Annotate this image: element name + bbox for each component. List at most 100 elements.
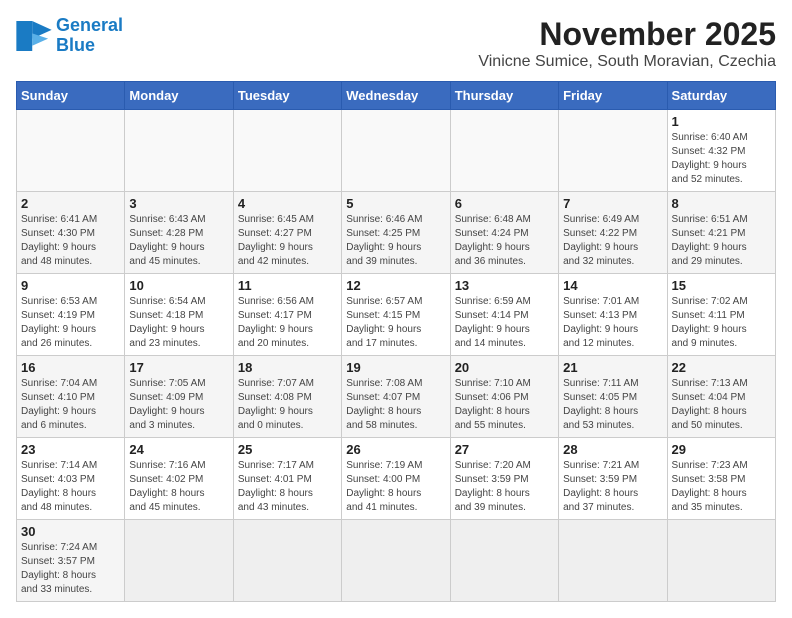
day-info: Sunrise: 7:07 AM Sunset: 4:08 PM Dayligh… — [238, 377, 337, 433]
col-header-friday: Friday — [559, 82, 667, 110]
day-number: 24 — [129, 442, 228, 457]
day-number: 19 — [346, 360, 445, 375]
calendar-cell: 4Sunrise: 6:45 AM Sunset: 4:27 PM Daylig… — [233, 192, 341, 274]
calendar-cell — [450, 110, 558, 192]
day-number: 18 — [238, 360, 337, 375]
calendar-cell: 16Sunrise: 7:04 AM Sunset: 4:10 PM Dayli… — [17, 356, 125, 438]
day-info: Sunrise: 6:51 AM Sunset: 4:21 PM Dayligh… — [672, 213, 771, 269]
day-number: 30 — [21, 524, 120, 539]
calendar-row: 30 Sunrise: 7:24 AM Sunset: 3:57 PM Dayli… — [17, 520, 776, 602]
calendar-cell: 12 Sunrise: 6:57 AM Sunset: 4:15 PM Dayli… — [342, 274, 450, 356]
day-info: Sunrise: 6:57 AM Sunset: 4:15 PM Dayligh… — [346, 295, 445, 351]
col-header-saturday: Saturday — [667, 82, 775, 110]
calendar-cell: 22Sunrise: 7:13 AM Sunset: 4:04 PM Dayli… — [667, 356, 775, 438]
calendar-cell — [125, 110, 233, 192]
calendar-cell — [17, 110, 125, 192]
calendar-cell: 17Sunrise: 7:05 AM Sunset: 4:09 PM Dayli… — [125, 356, 233, 438]
calendar-row: 2 Sunrise: 6:41 AM Sunset: 4:30 PM Daylig… — [17, 192, 776, 274]
calendar-cell — [559, 520, 667, 602]
col-header-tuesday: Tuesday — [233, 82, 341, 110]
day-info: Sunrise: 7:11 AM Sunset: 4:05 PM Dayligh… — [563, 377, 662, 433]
calendar-cell — [125, 520, 233, 602]
calendar-cell: 30 Sunrise: 7:24 AM Sunset: 3:57 PM Dayli… — [17, 520, 125, 602]
day-info: Sunrise: 7:08 AM Sunset: 4:07 PM Dayligh… — [346, 377, 445, 433]
logo-text: General Blue — [56, 16, 123, 56]
calendar-cell: 23 Sunrise: 7:14 AM Sunset: 4:03 PM Dayli… — [17, 438, 125, 520]
day-info: Sunrise: 7:14 AM Sunset: 4:03 PM Dayligh… — [21, 459, 120, 515]
day-number: 29 — [672, 442, 771, 457]
calendar-cell: 1Sunrise: 6:40 AM Sunset: 4:32 PM Daylig… — [667, 110, 775, 192]
day-number: 25 — [238, 442, 337, 457]
day-number: 1 — [672, 114, 771, 129]
logo: General Blue — [16, 16, 123, 56]
calendar-cell — [342, 110, 450, 192]
day-number: 21 — [563, 360, 662, 375]
calendar-cell — [233, 110, 341, 192]
calendar-cell: 27Sunrise: 7:20 AM Sunset: 3:59 PM Dayli… — [450, 438, 558, 520]
day-info: Sunrise: 6:56 AM Sunset: 4:17 PM Dayligh… — [238, 295, 337, 351]
col-header-wednesday: Wednesday — [342, 82, 450, 110]
calendar-row: 1Sunrise: 6:40 AM Sunset: 4:32 PM Daylig… — [17, 110, 776, 192]
calendar-row: 16Sunrise: 7:04 AM Sunset: 4:10 PM Dayli… — [17, 356, 776, 438]
day-info: Sunrise: 7:19 AM Sunset: 4:00 PM Dayligh… — [346, 459, 445, 515]
location-title: Vinicne Sumice, South Moravian, Czechia — [478, 53, 776, 71]
day-info: Sunrise: 6:48 AM Sunset: 4:24 PM Dayligh… — [455, 213, 554, 269]
day-info: Sunrise: 6:59 AM Sunset: 4:14 PM Dayligh… — [455, 295, 554, 351]
day-info: Sunrise: 6:53 AM Sunset: 4:19 PM Dayligh… — [21, 295, 120, 351]
calendar-row: 9 Sunrise: 6:53 AM Sunset: 4:19 PM Daylig… — [17, 274, 776, 356]
calendar-cell: 5 Sunrise: 6:46 AM Sunset: 4:25 PM Daylig… — [342, 192, 450, 274]
day-number: 8 — [672, 196, 771, 211]
calendar-cell: 3 Sunrise: 6:43 AM Sunset: 4:28 PM Daylig… — [125, 192, 233, 274]
day-number: 11 — [238, 278, 337, 293]
calendar-cell — [233, 520, 341, 602]
calendar: SundayMondayTuesdayWednesdayThursdayFrid… — [16, 81, 776, 602]
calendar-cell: 11 Sunrise: 6:56 AM Sunset: 4:17 PM Dayli… — [233, 274, 341, 356]
day-number: 3 — [129, 196, 228, 211]
logo-icon — [16, 21, 52, 51]
day-number: 12 — [346, 278, 445, 293]
calendar-cell — [342, 520, 450, 602]
calendar-cell: 24 Sunrise: 7:16 AM Sunset: 4:02 PM Dayli… — [125, 438, 233, 520]
day-info: Sunrise: 6:54 AM Sunset: 4:18 PM Dayligh… — [129, 295, 228, 351]
calendar-row: 23 Sunrise: 7:14 AM Sunset: 4:03 PM Dayli… — [17, 438, 776, 520]
day-number: 6 — [455, 196, 554, 211]
calendar-cell: 15Sunrise: 7:02 AM Sunset: 4:11 PM Dayli… — [667, 274, 775, 356]
day-number: 28 — [563, 442, 662, 457]
col-header-thursday: Thursday — [450, 82, 558, 110]
col-header-monday: Monday — [125, 82, 233, 110]
day-info: Sunrise: 7:20 AM Sunset: 3:59 PM Dayligh… — [455, 459, 554, 515]
day-number: 23 — [21, 442, 120, 457]
calendar-cell: 19 Sunrise: 7:08 AM Sunset: 4:07 PM Dayli… — [342, 356, 450, 438]
day-info: Sunrise: 7:04 AM Sunset: 4:10 PM Dayligh… — [21, 377, 120, 433]
day-info: Sunrise: 6:43 AM Sunset: 4:28 PM Dayligh… — [129, 213, 228, 269]
calendar-cell — [559, 110, 667, 192]
day-number: 17 — [129, 360, 228, 375]
day-number: 14 — [563, 278, 662, 293]
day-number: 5 — [346, 196, 445, 211]
calendar-cell: 13Sunrise: 6:59 AM Sunset: 4:14 PM Dayli… — [450, 274, 558, 356]
day-number: 9 — [21, 278, 120, 293]
calendar-cell: 20Sunrise: 7:10 AM Sunset: 4:06 PM Dayli… — [450, 356, 558, 438]
day-info: Sunrise: 7:02 AM Sunset: 4:11 PM Dayligh… — [672, 295, 771, 351]
calendar-cell: 28 Sunrise: 7:21 AM Sunset: 3:59 PM Dayli… — [559, 438, 667, 520]
day-number: 2 — [21, 196, 120, 211]
day-info: Sunrise: 6:41 AM Sunset: 4:30 PM Dayligh… — [21, 213, 120, 269]
calendar-cell: 29Sunrise: 7:23 AM Sunset: 3:58 PM Dayli… — [667, 438, 775, 520]
header-row: SundayMondayTuesdayWednesdayThursdayFrid… — [17, 82, 776, 110]
day-info: Sunrise: 7:21 AM Sunset: 3:59 PM Dayligh… — [563, 459, 662, 515]
day-info: Sunrise: 6:46 AM Sunset: 4:25 PM Dayligh… — [346, 213, 445, 269]
day-info: Sunrise: 7:13 AM Sunset: 4:04 PM Dayligh… — [672, 377, 771, 433]
month-title: November 2025 — [478, 16, 776, 53]
calendar-header: SundayMondayTuesdayWednesdayThursdayFrid… — [17, 82, 776, 110]
calendar-cell: 18 Sunrise: 7:07 AM Sunset: 4:08 PM Dayli… — [233, 356, 341, 438]
calendar-cell: 2 Sunrise: 6:41 AM Sunset: 4:30 PM Daylig… — [17, 192, 125, 274]
day-info: Sunrise: 7:16 AM Sunset: 4:02 PM Dayligh… — [129, 459, 228, 515]
day-info: Sunrise: 7:17 AM Sunset: 4:01 PM Dayligh… — [238, 459, 337, 515]
day-number: 26 — [346, 442, 445, 457]
day-info: Sunrise: 7:24 AM Sunset: 3:57 PM Dayligh… — [21, 541, 120, 597]
calendar-body: 1Sunrise: 6:40 AM Sunset: 4:32 PM Daylig… — [17, 110, 776, 602]
day-number: 20 — [455, 360, 554, 375]
day-number: 4 — [238, 196, 337, 211]
col-header-sunday: Sunday — [17, 82, 125, 110]
calendar-cell: 25 Sunrise: 7:17 AM Sunset: 4:01 PM Dayli… — [233, 438, 341, 520]
